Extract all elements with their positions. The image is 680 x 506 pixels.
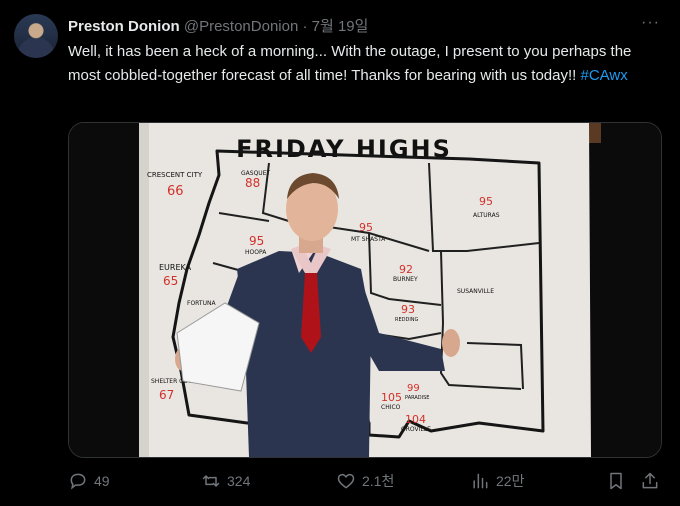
city-temp: 66 [167, 184, 184, 199]
city-temp: 65 [163, 274, 178, 288]
reply-count: 49 [94, 473, 110, 489]
city-temp: 93 [401, 303, 415, 316]
city-temp: 88 [245, 176, 260, 190]
tweet-body: Well, it has been a heck of a morning...… [68, 43, 632, 84]
author-handle[interactable]: @PrestonDonion [184, 18, 298, 35]
tweet-date[interactable]: 7월 19일 [312, 18, 369, 35]
city-temp: 95 [359, 221, 373, 234]
city-name: CRESCENT CITY [147, 171, 203, 179]
tweet-actions: 49 324 2.1천 22만 [68, 468, 668, 498]
city-name: HOOPA [245, 249, 267, 256]
city-name: FORTUNA [187, 300, 216, 307]
city-name: SUSANVILLE [457, 288, 494, 295]
more-options-icon[interactable]: ··· [641, 14, 660, 32]
views-button[interactable]: 22만 [470, 471, 524, 491]
hashtag-link[interactable]: #CAwx [580, 67, 627, 84]
city-name: PARADISE [405, 395, 429, 401]
city-temp: 95 [249, 234, 264, 248]
author-name[interactable]: Preston Donion [68, 18, 180, 35]
tweet-text: Well, it has been a heck of a morning...… [68, 40, 668, 88]
tweet-header: Preston Donion @PrestonDonion · 7월 19일 [68, 15, 368, 36]
city-temp: 95 [479, 195, 493, 208]
views-count: 22만 [496, 473, 525, 489]
separator-dot: · [302, 18, 308, 35]
like-count: 2.1천 [362, 473, 395, 489]
city-temp: 105 [381, 391, 402, 404]
city-temp: 99 [407, 383, 420, 394]
tweet-media[interactable]: FRIDAY HIGHS CRESCENT CITY 66 GASQUET 88… [68, 122, 662, 458]
city-name: EUREKA [159, 263, 192, 272]
city-name: ALTURAS [473, 212, 500, 219]
views-icon [473, 473, 488, 489]
reply-button[interactable]: 49 [68, 471, 110, 491]
share-icon [642, 472, 658, 489]
city-temp: 67 [159, 388, 174, 402]
city-name: MT SHASTA [351, 236, 386, 243]
repost-icon [202, 475, 220, 487]
city-temp: 92 [399, 263, 413, 276]
city-name: BURNEY [393, 276, 418, 283]
forecast-photo: FRIDAY HIGHS CRESCENT CITY 66 GASQUET 88… [69, 123, 661, 457]
city-name: CHICO [381, 404, 401, 411]
bookmark-icon [610, 472, 622, 490]
repost-count: 324 [227, 473, 251, 489]
like-button[interactable]: 2.1천 [336, 471, 394, 491]
share-button[interactable] [640, 471, 666, 491]
reply-icon [70, 473, 86, 490]
bookmark-button[interactable] [606, 471, 632, 491]
city-name: REDDING [395, 317, 419, 323]
heart-icon [337, 473, 355, 489]
city-name: OROVILLE [401, 426, 431, 433]
city-temp: 104 [405, 413, 426, 426]
repost-button[interactable]: 324 [201, 471, 250, 491]
author-avatar[interactable] [14, 14, 58, 58]
